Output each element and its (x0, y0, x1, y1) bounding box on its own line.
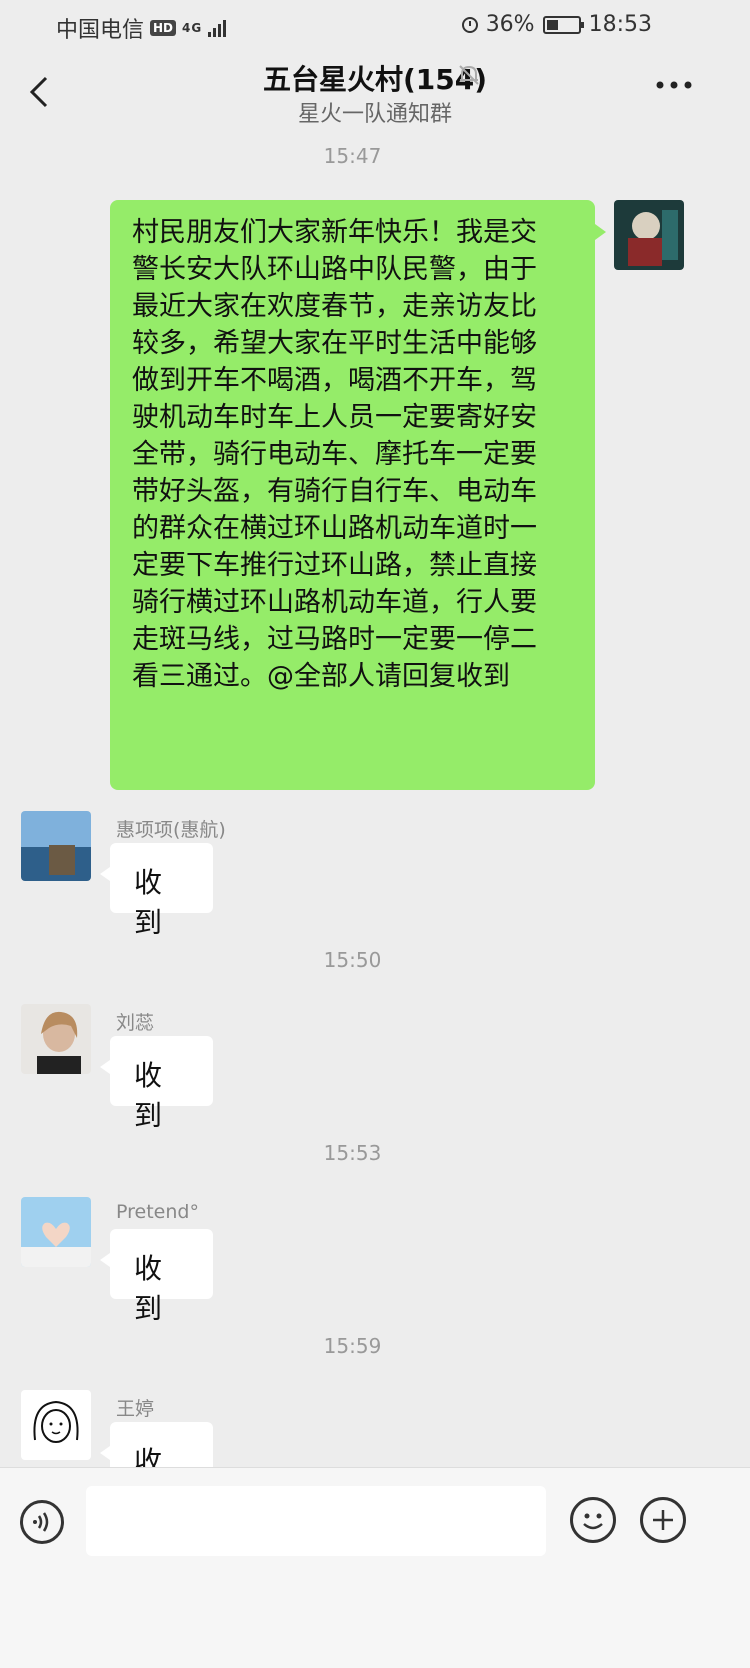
battery-icon (542, 15, 584, 34)
message-line: 的群众在横过环山路机动车道时一 (132, 513, 537, 544)
message-line: 走斑马线，过马路时一定要一停二 (132, 624, 537, 655)
alarm-icon (461, 16, 478, 33)
network-label: 4G (182, 21, 203, 35)
chat-header: 五台星火村(154) 星火一队通知群 (0, 50, 750, 134)
message-timestamp: 15:53 (323, 1141, 382, 1165)
clock-time: 18:53 (588, 12, 652, 37)
message-timestamp: 15:47 (323, 144, 382, 168)
self-avatar[interactable] (614, 200, 684, 270)
member-avatar[interactable] (21, 1390, 91, 1460)
message-line: 骑行横过环山路机动车道，行人要 (132, 587, 537, 618)
message-line: 全带，骑行电动车、摩托车一定要 (132, 439, 537, 470)
hd-badge: HD (150, 20, 177, 36)
input-bar (0, 1467, 750, 1668)
message-input[interactable] (86, 1486, 546, 1556)
battery-percent: 36% (485, 12, 535, 37)
more-options-icon[interactable] (654, 78, 694, 92)
received-message-bubble[interactable]: 收到 (100, 1229, 213, 1325)
member-avatar[interactable] (21, 1004, 91, 1074)
received-message-bubble[interactable]: 收到 (100, 843, 213, 939)
message-timestamp: 15:59 (323, 1334, 382, 1358)
message-line: 看三通过。@全部人请回复收到 (132, 661, 510, 692)
message-line: 驶机动车时车上人员一定要寄好安 (132, 402, 537, 433)
received-message-bubble[interactable]: 收到 (100, 1036, 213, 1132)
chat-title: 五台星火村(154) (262, 63, 488, 96)
sender-name: 惠项项(惠航) (116, 819, 226, 841)
status-bar: 中国电信 HD 4G 36% 18:53 (0, 0, 750, 50)
message-line: 最近大家在欢度春节，走亲访友比 (132, 291, 537, 322)
message-line: 警长安大队环山路中队民警，由于 (132, 254, 537, 285)
sender-name: 刘蕊 (116, 1012, 155, 1034)
message-line: 村民朋友们大家新年快乐！我是交 (132, 217, 537, 248)
sender-name: Pretend° (116, 1201, 199, 1223)
sender-name: 王婷 (116, 1398, 155, 1420)
sent-message-bubble[interactable]: 村民朋友们大家新年快乐！我是交 警长安大队环山路中队民警，由于 最近大家在欢度春… (110, 200, 606, 790)
signal-icon (208, 19, 227, 37)
chat-subtitle: 星火一队通知群 (297, 102, 452, 127)
message-timestamp: 15:50 (323, 948, 382, 972)
member-avatar[interactable] (21, 1197, 91, 1267)
message-line: 较多，希望大家在平时生活中能够 (132, 328, 537, 359)
member-avatar[interactable] (21, 811, 91, 881)
carrier-label: 中国电信 (56, 18, 145, 43)
message-line: 做到开车不喝酒，喝酒不开车，驾 (132, 365, 537, 396)
message-line: 带好头盔，有骑行自行车、电动车 (132, 476, 537, 507)
emoji-icon[interactable] (570, 1497, 616, 1543)
message-line: 定要下车推行过环山路，禁止直接 (132, 550, 537, 581)
plus-icon[interactable] (640, 1497, 686, 1543)
mute-bell-icon (459, 65, 479, 85)
voice-input-icon[interactable] (20, 1500, 64, 1544)
